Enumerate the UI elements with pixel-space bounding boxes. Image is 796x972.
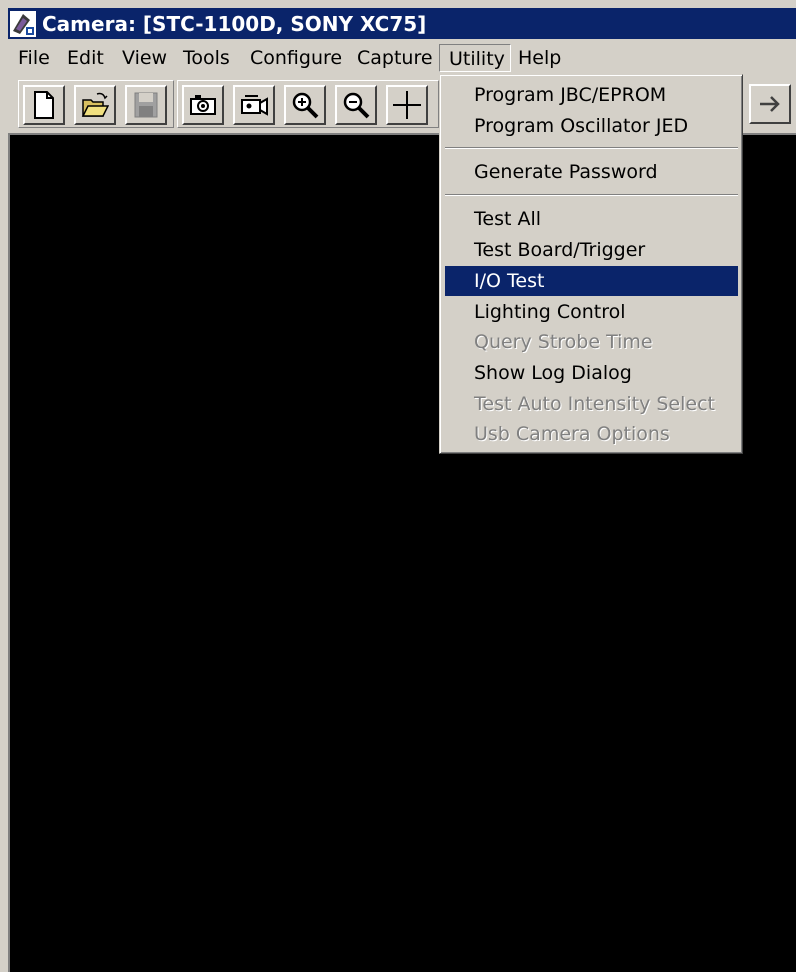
- open-button[interactable]: [74, 85, 116, 125]
- zoom-out-button[interactable]: [335, 85, 377, 125]
- menuitem-program-oscillator-jed[interactable]: Program Oscillator JED: [445, 111, 738, 141]
- menu-view[interactable]: View: [113, 44, 176, 72]
- camera-window: Camera: [STC-1100D, SONY XC75] File Edit…: [0, 0, 796, 972]
- menuitem-usb-camera-options: Usb Camera Options: [474, 423, 670, 445]
- menu-separator: [445, 147, 738, 149]
- menuitem-test-auto-intensity-select: Test Auto Intensity Select: [474, 393, 715, 415]
- menuitem-test-board-trigger[interactable]: Test Board/Trigger: [445, 235, 738, 265]
- menuitem-io-test[interactable]: I/O Test: [445, 266, 738, 296]
- next-button[interactable]: [749, 84, 791, 124]
- menu-help[interactable]: Help: [509, 44, 570, 72]
- menuitem-show-log-dialog[interactable]: Show Log Dialog: [445, 358, 738, 388]
- zoom-in-button[interactable]: [284, 85, 326, 125]
- snapshot-button[interactable]: [182, 85, 224, 125]
- menuitem-generate-password[interactable]: Generate Password: [445, 157, 738, 187]
- menuitem-lighting-control[interactable]: Lighting Control: [445, 297, 738, 327]
- camera-app-icon[interactable]: [10, 11, 36, 37]
- window-title: Camera: [STC-1100D, SONY XC75]: [42, 12, 427, 36]
- menu-utility[interactable]: Utility: [439, 44, 511, 72]
- menu-edit[interactable]: Edit: [58, 44, 113, 72]
- menuitem-program-jbc-eprom[interactable]: Program JBC/EPROM: [445, 80, 738, 110]
- save-button[interactable]: [125, 85, 167, 125]
- title-bar[interactable]: Camera: [STC-1100D, SONY XC75]: [8, 8, 796, 39]
- menu-tools[interactable]: Tools: [174, 44, 239, 72]
- utility-menu: Program JBC/EPROM Program Oscillator JED…: [439, 74, 743, 454]
- menuitem-query-strobe-time: Query Strobe Time: [474, 331, 653, 353]
- menu-capture[interactable]: Capture: [348, 44, 442, 72]
- menu-separator: [445, 194, 738, 196]
- menu-configure[interactable]: Configure: [241, 44, 351, 72]
- menu-bar: File Edit View Tools Configure Capture U…: [8, 42, 796, 74]
- video-button[interactable]: [233, 85, 275, 125]
- toolbar-group-file: [18, 80, 174, 128]
- toolbar-group-capture: [177, 80, 439, 128]
- menuitem-test-all[interactable]: Test All: [445, 204, 738, 234]
- menu-file[interactable]: File: [9, 44, 59, 72]
- crosshair-button[interactable]: [386, 85, 428, 125]
- new-button[interactable]: [23, 85, 65, 125]
